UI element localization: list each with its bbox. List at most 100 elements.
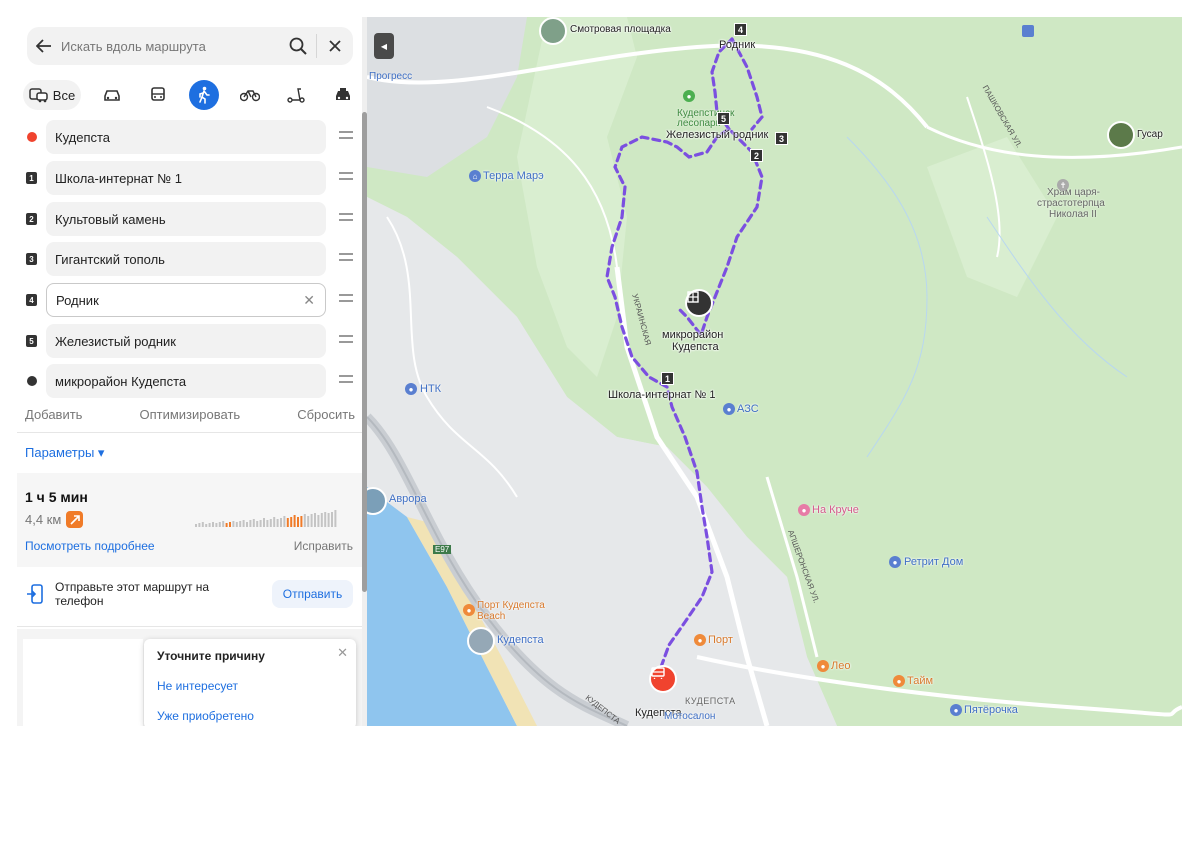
map-label[interactable]: Николая II (1049, 209, 1097, 220)
map-label[interactable]: АЗС (737, 403, 759, 415)
drag-handle-icon[interactable] (339, 335, 353, 347)
map-label[interactable]: Храм царя- (1047, 187, 1100, 198)
mode-car-button[interactable] (96, 80, 128, 110)
route-point-field[interactable]: микрорайон Кудепста (46, 364, 326, 398)
hotel-icon[interactable]: ● (798, 504, 810, 516)
drag-handle-icon[interactable] (339, 253, 353, 265)
map-label[interactable]: Кудепста (672, 341, 719, 353)
map-label[interactable]: На Круче (812, 504, 859, 516)
elevation-bar (239, 521, 242, 527)
close-icon[interactable]: ✕ (337, 645, 348, 661)
map-label[interactable]: Прогресс (369, 71, 412, 82)
park-icon[interactable]: ● (683, 90, 695, 102)
cafe-icon[interactable]: ● (817, 660, 829, 672)
map-label[interactable]: Родник (719, 39, 755, 51)
elevation-bar (242, 520, 245, 527)
details-link[interactable]: Посмотреть подробнее (25, 539, 155, 553)
temple-icon[interactable]: ✝ (1057, 179, 1069, 191)
feedback-option[interactable]: Уже приобретено (157, 709, 254, 723)
map-view[interactable]: ◀ Смотровая площадка Родник Прогресс Куд… (367, 17, 1182, 726)
reset-button[interactable]: Сбросить (297, 407, 355, 422)
route-point-field[interactable]: Культовый камень (46, 202, 326, 236)
map-label[interactable]: страстотерпца (1037, 198, 1105, 209)
map-label[interactable]: Порт (708, 634, 733, 646)
map-label[interactable]: Beach (477, 611, 505, 622)
mode-pedestrian-button[interactable] (188, 80, 219, 110)
pedestrian-icon (199, 86, 210, 104)
point-number-badge: 5 (26, 335, 37, 347)
map-label[interactable]: Гусар (1137, 129, 1163, 140)
route-point-field[interactable]: Кудепста (46, 120, 326, 154)
route-point-label: Гигантский тополь (55, 251, 165, 267)
poi-icon[interactable]: ⌂ (469, 170, 481, 182)
finish-pin-icon[interactable] (685, 289, 713, 317)
mode-all-button[interactable]: Все (23, 80, 81, 110)
route-summary-card[interactable]: 1 ч 5 мин 4,4 км Посмотреть подробнее Ис… (17, 473, 362, 567)
elevation-bar (293, 515, 296, 527)
map-label[interactable]: Терра Марэ (483, 170, 544, 182)
cafe-icon[interactable]: ● (893, 675, 905, 687)
route-point-field[interactable]: Гигантский тополь (46, 242, 326, 276)
drag-handle-icon[interactable] (339, 131, 353, 143)
map-label[interactable]: Смотровая площадка (570, 24, 671, 35)
mode-taxi-button[interactable] (327, 80, 359, 110)
map-label[interactable]: Кудепста (497, 634, 544, 646)
add-point-button[interactable]: Добавить (25, 407, 82, 422)
clear-icon[interactable]: ✕ (303, 292, 315, 309)
photo-pin[interactable] (539, 17, 567, 45)
route-marker[interactable]: 1 (661, 372, 674, 385)
feedback-title: Уточните причину (157, 649, 265, 663)
back-arrow-icon[interactable] (27, 27, 61, 65)
route-point-4: 4 Родник ✕ (17, 283, 362, 317)
map-label[interactable]: Железистый родник (666, 129, 768, 141)
highway-badge: E97 (433, 545, 452, 554)
map-label[interactable]: Аврора (389, 493, 427, 505)
map-label[interactable]: лесопарк (677, 118, 720, 129)
mode-scooter-button[interactable] (280, 80, 312, 110)
map-label[interactable]: Пятёрочка (964, 704, 1018, 716)
shop-icon[interactable]: ● (950, 704, 962, 716)
drag-handle-icon[interactable] (339, 172, 353, 184)
route-marker[interactable]: 2 (750, 149, 763, 162)
map-label[interactable]: Лео (831, 660, 850, 672)
drag-handle-icon[interactable] (339, 294, 353, 306)
map-label[interactable]: НТК (420, 383, 441, 395)
start-pin-icon[interactable] (649, 665, 677, 693)
search-input[interactable]: Искать вдоль маршрута (61, 39, 280, 54)
map-label[interactable]: Тайм (907, 675, 933, 687)
cafe-icon[interactable]: ● (463, 604, 475, 616)
cafe-icon[interactable]: ● (694, 634, 706, 646)
close-icon[interactable] (317, 27, 353, 65)
search-icon[interactable] (280, 27, 316, 65)
photo-pin[interactable] (1107, 121, 1135, 149)
route-point-field[interactable]: Железистый родник (46, 324, 326, 358)
mode-bicycle-button[interactable] (234, 80, 266, 110)
route-point-field-focused[interactable]: Родник ✕ (46, 283, 326, 317)
fuel-icon[interactable]: ● (723, 403, 735, 415)
route-point-field[interactable]: Школа-интернат № 1 (46, 161, 326, 195)
fuel-icon[interactable]: ● (405, 383, 417, 395)
mode-bus-button[interactable] (142, 80, 174, 110)
elevation-bar (195, 524, 197, 527)
route-marker[interactable]: 5 (717, 112, 730, 125)
map-label[interactable]: микрорайон (662, 329, 723, 341)
mode-all-label: Все (52, 87, 76, 103)
map-label[interactable]: Порт Кудепста (477, 600, 545, 611)
route-marker[interactable]: 3 (775, 132, 788, 145)
map-label[interactable]: Мотосалон (664, 711, 715, 722)
hotel-icon[interactable]: ● (889, 556, 901, 568)
map-label[interactable]: Школа-интернат № 1 (608, 389, 715, 401)
drag-handle-icon[interactable] (339, 213, 353, 225)
params-toggle[interactable]: Параметры ▾ (25, 445, 104, 461)
send-button[interactable]: Отправить (272, 580, 353, 608)
feedback-option[interactable]: Не интересует (157, 679, 238, 693)
drag-handle-icon[interactable] (339, 375, 353, 387)
photo-pin[interactable] (467, 627, 495, 655)
route-marker[interactable]: 4 (734, 23, 747, 36)
collapse-panel-button[interactable]: ◀ (374, 33, 394, 59)
optimize-button[interactable]: Оптимизировать (139, 407, 240, 422)
route-point-label: микрорайон Кудепста (55, 373, 187, 389)
poi-icon[interactable] (1022, 25, 1034, 37)
map-label[interactable]: Ретрит Дом (904, 556, 963, 568)
fix-link[interactable]: Исправить (294, 539, 353, 553)
